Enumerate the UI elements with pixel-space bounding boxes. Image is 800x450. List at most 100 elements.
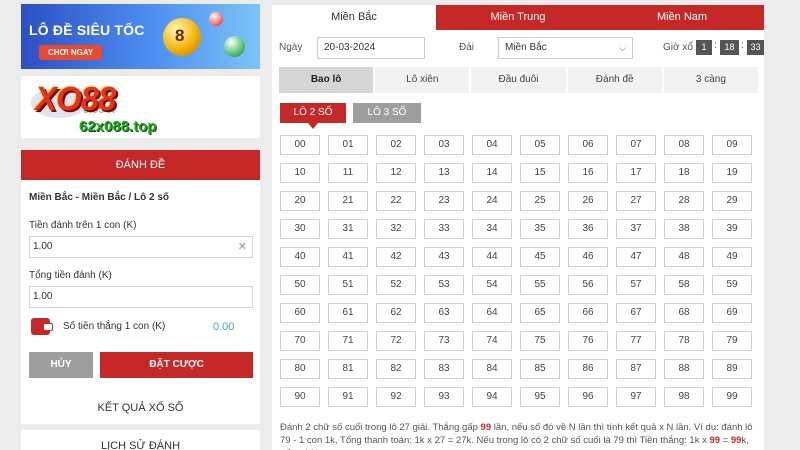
number-cell[interactable]: 59 bbox=[712, 275, 752, 295]
number-cell[interactable]: 45 bbox=[520, 247, 560, 267]
number-cell[interactable]: 17 bbox=[616, 163, 656, 183]
number-cell[interactable]: 10 bbox=[280, 163, 320, 183]
number-cell[interactable]: 01 bbox=[328, 135, 368, 155]
number-cell[interactable]: 15 bbox=[520, 163, 560, 183]
tab-danh-de[interactable]: Đánh đề bbox=[567, 67, 662, 93]
number-cell[interactable]: 05 bbox=[520, 135, 560, 155]
number-cell[interactable]: 48 bbox=[664, 247, 704, 267]
number-cell[interactable]: 84 bbox=[472, 359, 512, 379]
cancel-button[interactable]: HỦY bbox=[29, 352, 93, 378]
number-cell[interactable]: 94 bbox=[472, 387, 512, 407]
number-cell[interactable]: 95 bbox=[520, 387, 560, 407]
number-cell[interactable]: 40 bbox=[280, 247, 320, 267]
play-now-button[interactable]: CHƠI NGAY bbox=[39, 45, 103, 60]
number-cell[interactable]: 82 bbox=[376, 359, 416, 379]
number-cell[interactable]: 85 bbox=[520, 359, 560, 379]
number-cell[interactable]: 49 bbox=[712, 247, 752, 267]
bet-history-link[interactable]: LỊCH SỬ ĐÁNH bbox=[21, 430, 260, 450]
number-cell[interactable]: 28 bbox=[664, 191, 704, 211]
number-cell[interactable]: 46 bbox=[568, 247, 608, 267]
number-cell[interactable]: 77 bbox=[616, 331, 656, 351]
number-cell[interactable]: 43 bbox=[424, 247, 464, 267]
number-cell[interactable]: 66 bbox=[568, 303, 608, 323]
tab-dau-duoi[interactable]: Đầu đuôi bbox=[471, 67, 566, 93]
number-cell[interactable]: 61 bbox=[328, 303, 368, 323]
number-cell[interactable]: 25 bbox=[520, 191, 560, 211]
number-cell[interactable]: 36 bbox=[568, 219, 608, 239]
tab-lo-3-so[interactable]: LÔ 3 SỐ bbox=[353, 103, 421, 123]
number-cell[interactable]: 21 bbox=[328, 191, 368, 211]
number-cell[interactable]: 12 bbox=[376, 163, 416, 183]
number-cell[interactable]: 75 bbox=[520, 331, 560, 351]
number-cell[interactable]: 34 bbox=[472, 219, 512, 239]
number-cell[interactable]: 93 bbox=[424, 387, 464, 407]
tab-bao-lo[interactable]: Bao lô bbox=[279, 67, 374, 93]
number-cell[interactable]: 51 bbox=[328, 275, 368, 295]
tab-lo-2-so[interactable]: LÔ 2 SỐ bbox=[280, 103, 346, 129]
place-bet-button[interactable]: ĐẶT CƯỢC bbox=[100, 352, 253, 378]
number-cell[interactable]: 56 bbox=[568, 275, 608, 295]
number-cell[interactable]: 06 bbox=[568, 135, 608, 155]
number-cell[interactable]: 09 bbox=[712, 135, 752, 155]
number-cell[interactable]: 72 bbox=[376, 331, 416, 351]
number-cell[interactable]: 29 bbox=[712, 191, 752, 211]
number-cell[interactable]: 71 bbox=[328, 331, 368, 351]
number-cell[interactable]: 22 bbox=[376, 191, 416, 211]
number-cell[interactable]: 19 bbox=[712, 163, 752, 183]
number-cell[interactable]: 74 bbox=[472, 331, 512, 351]
number-cell[interactable]: 23 bbox=[424, 191, 464, 211]
number-cell[interactable]: 57 bbox=[616, 275, 656, 295]
number-cell[interactable]: 79 bbox=[712, 331, 752, 351]
number-cell[interactable]: 89 bbox=[712, 359, 752, 379]
number-cell[interactable]: 02 bbox=[376, 135, 416, 155]
number-cell[interactable]: 76 bbox=[568, 331, 608, 351]
number-cell[interactable]: 88 bbox=[664, 359, 704, 379]
total-amount-input[interactable]: 1.00 bbox=[29, 286, 253, 308]
number-cell[interactable]: 07 bbox=[616, 135, 656, 155]
number-cell[interactable]: 24 bbox=[472, 191, 512, 211]
number-cell[interactable]: 08 bbox=[664, 135, 704, 155]
number-cell[interactable]: 38 bbox=[664, 219, 704, 239]
number-cell[interactable]: 42 bbox=[376, 247, 416, 267]
number-cell[interactable]: 50 bbox=[280, 275, 320, 295]
number-cell[interactable]: 39 bbox=[712, 219, 752, 239]
number-cell[interactable]: 44 bbox=[472, 247, 512, 267]
date-input[interactable]: 20-03-2024 bbox=[317, 37, 425, 59]
number-cell[interactable]: 96 bbox=[568, 387, 608, 407]
number-cell[interactable]: 92 bbox=[376, 387, 416, 407]
number-cell[interactable]: 87 bbox=[616, 359, 656, 379]
number-cell[interactable]: 81 bbox=[328, 359, 368, 379]
number-cell[interactable]: 30 bbox=[280, 219, 320, 239]
number-cell[interactable]: 98 bbox=[664, 387, 704, 407]
number-cell[interactable]: 00 bbox=[280, 135, 320, 155]
number-cell[interactable]: 52 bbox=[376, 275, 416, 295]
number-cell[interactable]: 27 bbox=[616, 191, 656, 211]
number-cell[interactable]: 47 bbox=[616, 247, 656, 267]
number-cell[interactable]: 03 bbox=[424, 135, 464, 155]
number-cell[interactable]: 33 bbox=[424, 219, 464, 239]
station-select[interactable]: Miền Bắc ⌵ bbox=[498, 37, 633, 59]
number-cell[interactable]: 18 bbox=[664, 163, 704, 183]
number-cell[interactable]: 54 bbox=[472, 275, 512, 295]
tab-3-cang[interactable]: 3 càng bbox=[663, 67, 759, 93]
tab-lo-xien[interactable]: Lô xiên bbox=[375, 67, 470, 93]
number-cell[interactable]: 14 bbox=[472, 163, 512, 183]
number-cell[interactable]: 55 bbox=[520, 275, 560, 295]
amount-per-input[interactable]: 1.00 ✕ bbox=[29, 236, 253, 258]
number-cell[interactable]: 86 bbox=[568, 359, 608, 379]
number-cell[interactable]: 16 bbox=[568, 163, 608, 183]
number-cell[interactable]: 35 bbox=[520, 219, 560, 239]
number-cell[interactable]: 32 bbox=[376, 219, 416, 239]
number-cell[interactable]: 13 bbox=[424, 163, 464, 183]
tab-mien-trung[interactable]: Miền Trung bbox=[436, 5, 600, 30]
number-cell[interactable]: 20 bbox=[280, 191, 320, 211]
number-cell[interactable]: 64 bbox=[472, 303, 512, 323]
number-cell[interactable]: 60 bbox=[280, 303, 320, 323]
promo-banner[interactable]: LÔ ĐỀ SIÊU TỐC CHƠI NGAY 8 bbox=[21, 4, 260, 69]
number-cell[interactable]: 83 bbox=[424, 359, 464, 379]
number-cell[interactable]: 80 bbox=[280, 359, 320, 379]
tab-mien-bac[interactable]: Miền Bắc bbox=[272, 5, 436, 30]
number-cell[interactable]: 97 bbox=[616, 387, 656, 407]
number-cell[interactable]: 70 bbox=[280, 331, 320, 351]
number-cell[interactable]: 62 bbox=[376, 303, 416, 323]
